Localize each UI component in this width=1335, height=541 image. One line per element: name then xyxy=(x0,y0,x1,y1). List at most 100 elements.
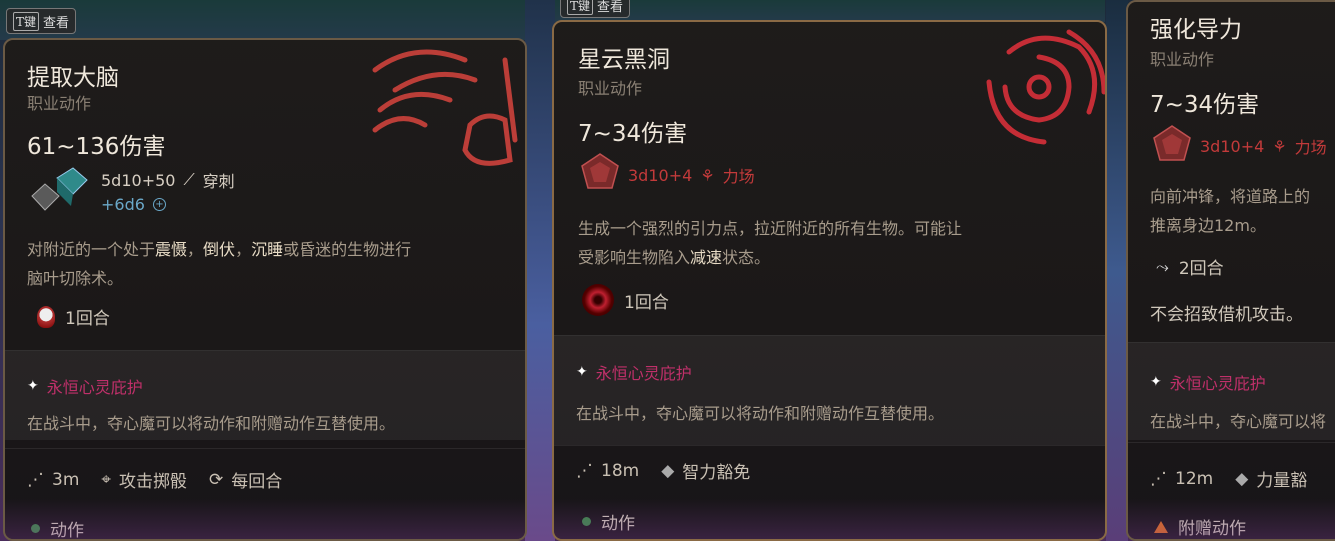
force-icon: ⚘ xyxy=(700,165,715,185)
save-value: 力量豁 xyxy=(1256,471,1308,491)
dice-formula-row: 3d10+4 ⚘ 力场 xyxy=(1200,134,1327,158)
divider xyxy=(554,445,1105,446)
range-icon: ⋰ xyxy=(27,469,44,490)
desc-text: 推离身边12m。 xyxy=(1150,216,1266,235)
duration-row: 1回合 xyxy=(37,304,110,329)
passive-title: 永恒心灵庇护 xyxy=(46,378,143,397)
desc-text: 生成一个强烈的引力点，拉近附近的所有生物。可能让 xyxy=(578,219,963,238)
t-key-icon: T键 xyxy=(13,11,40,31)
extract-brain-artwork xyxy=(372,49,518,166)
desc-text: 状态。 xyxy=(722,248,771,267)
passive-row: ✦ 永恒心灵庇护 xyxy=(1150,370,1266,394)
note-text: 不会招致借机攻击。 xyxy=(1150,305,1303,325)
sparkle-icon: ✦ xyxy=(576,364,588,380)
recharge-value: 每回合 xyxy=(231,472,283,492)
range-value: 12m xyxy=(1175,468,1214,489)
save-stat: ◆ 力量豁 xyxy=(1235,466,1308,492)
dice-icon xyxy=(27,166,97,216)
condition-link[interactable]: 沉睡 xyxy=(251,240,283,259)
plus-icon: + xyxy=(152,198,166,211)
footer-stats: ⋰ 12m ◆ 力量豁 xyxy=(1150,466,1308,492)
condition-link[interactable]: 震慑 xyxy=(155,240,187,259)
passive-row: ✦ 永恒心灵庇护 xyxy=(27,374,143,398)
piercing-icon: ⟋ xyxy=(183,170,195,189)
bottom-glow xyxy=(554,499,1105,539)
dice-formula: 5d10+50 xyxy=(101,170,176,190)
damage-type: 力场 xyxy=(722,167,755,186)
damage-type: 力场 xyxy=(1294,138,1327,157)
duration-text: 2回合 xyxy=(1178,259,1224,279)
passive-section xyxy=(554,335,1105,445)
background-strip xyxy=(1106,0,1128,541)
passive-description: 在战斗中，夺心魔可以将动作和附赠动作互替使用。 xyxy=(27,414,396,433)
background-scene xyxy=(555,0,1105,22)
condition-link[interactable]: 倒伏 xyxy=(203,240,235,259)
force-dice-icon xyxy=(580,152,620,192)
duration-row: ⤳ 2回合 xyxy=(1156,254,1224,280)
desc-text: 受影响生物陷入 xyxy=(578,248,691,267)
passive-description: 在战斗中，夺心魔可以将 xyxy=(1150,412,1327,431)
range-stat: ⋰ 3m xyxy=(27,470,79,490)
roll-stat: ⌖ 攻击掷骰 xyxy=(101,467,187,493)
save-stat: ◆ 智力豁免 xyxy=(661,458,751,484)
refresh-icon: ⟳ xyxy=(208,469,224,490)
passive-description: 在战斗中，夺心魔可以将动作和附赠动作互替使用。 xyxy=(576,404,945,423)
save-value: 智力豁免 xyxy=(682,463,751,483)
dice-formula: 3d10+4 xyxy=(1200,136,1265,156)
skull-icon xyxy=(37,305,55,328)
blackhole-artwork xyxy=(986,29,1105,145)
t-key-icon: T键 xyxy=(567,0,594,15)
duration-row: 1回合 xyxy=(582,284,669,316)
duration-text: 1回合 xyxy=(624,292,669,313)
divider xyxy=(5,448,525,449)
background-strip xyxy=(525,0,555,541)
condition-link[interactable]: 减速 xyxy=(690,248,722,267)
range-icon: ⋰ xyxy=(576,460,593,481)
range-value: 18m xyxy=(601,460,640,481)
footer-stats: ⋰ 18m ◆ 智力豁免 xyxy=(576,458,751,484)
inspect-label: 查看 xyxy=(597,0,624,15)
range-icon: ⋰ xyxy=(1150,468,1167,489)
duration-text: 1回合 xyxy=(65,309,110,329)
range-stat: ⋰ 18m xyxy=(576,461,639,481)
damage-range: 7~34伤害 xyxy=(1150,92,1260,118)
recharge-stat: ⟳ 每回合 xyxy=(208,467,283,493)
desc-text: 对附近的一个处于 xyxy=(27,240,156,259)
sparkle-icon: ✦ xyxy=(1150,374,1162,390)
dice-formula: 3d10+4 xyxy=(628,165,693,185)
damage-range: 7~34伤害 xyxy=(578,121,688,147)
desc-text: 或昏迷的生物进行 xyxy=(283,240,412,259)
passive-title: 永恒心灵庇护 xyxy=(595,364,692,383)
shield-icon: ◆ xyxy=(1235,468,1249,489)
desc-text: ， xyxy=(235,240,252,259)
divider xyxy=(1128,442,1335,443)
ability-description: 生成一个强烈的引力点，拉近附近的所有生物。可能让 受影响生物陷入减速状态。 xyxy=(578,214,1088,272)
desc-text: 脑叶切除术。 xyxy=(27,269,124,288)
dice-formula-row: 5d10+50 ⟋ 穿刺 xyxy=(101,168,235,192)
tooltip-card-empowered-conduit: 强化导力 职业动作 7~34伤害 3d10+4 ⚘ 力场 向前冲锋，将道路上的推… xyxy=(1126,0,1335,541)
ability-description: 向前冲锋，将道路上的 推离身边12m。 xyxy=(1150,182,1335,240)
prone-icon: ⤳ xyxy=(1156,256,1169,276)
roll-value: 攻击掷骰 xyxy=(118,472,187,492)
ability-description: 对附近的一个处于震慑，倒伏，沉睡或昏迷的生物进行 脑叶切除术。 xyxy=(27,235,507,293)
desc-text: ， xyxy=(187,240,204,259)
bottom-glow xyxy=(5,499,525,539)
inspect-label: 查看 xyxy=(43,15,70,31)
dice-formula-row: 3d10+4 ⚘ 力场 xyxy=(628,163,755,187)
force-dice-icon xyxy=(1152,124,1192,164)
passive-title: 永恒心灵庇护 xyxy=(1169,374,1266,393)
crosshair-icon: ⌖ xyxy=(101,469,111,490)
desc-text: 向前冲锋，将道路上的 xyxy=(1150,187,1311,206)
inspect-key-hint[interactable]: T键 查看 xyxy=(560,0,631,18)
extra-dice: +6d6 xyxy=(101,195,145,214)
range-value: 3m xyxy=(52,469,80,490)
background-scene xyxy=(0,0,525,40)
ability-category: 职业动作 xyxy=(1150,50,1215,69)
ability-title: 强化导力 xyxy=(1150,17,1242,43)
force-icon: ⚘ xyxy=(1272,136,1287,156)
extra-dice-row: +6d6 + xyxy=(101,195,166,214)
tooltip-card-nebula-blackhole: 星云黑洞 职业动作 7~34伤害 3d10+4 ⚘ 力场 生成一个强烈的引力点，… xyxy=(552,20,1107,541)
inspect-key-hint[interactable]: T键 查看 xyxy=(6,8,77,34)
passive-row: ✦ 永恒心灵庇护 xyxy=(576,360,692,384)
vortex-icon xyxy=(582,284,614,316)
